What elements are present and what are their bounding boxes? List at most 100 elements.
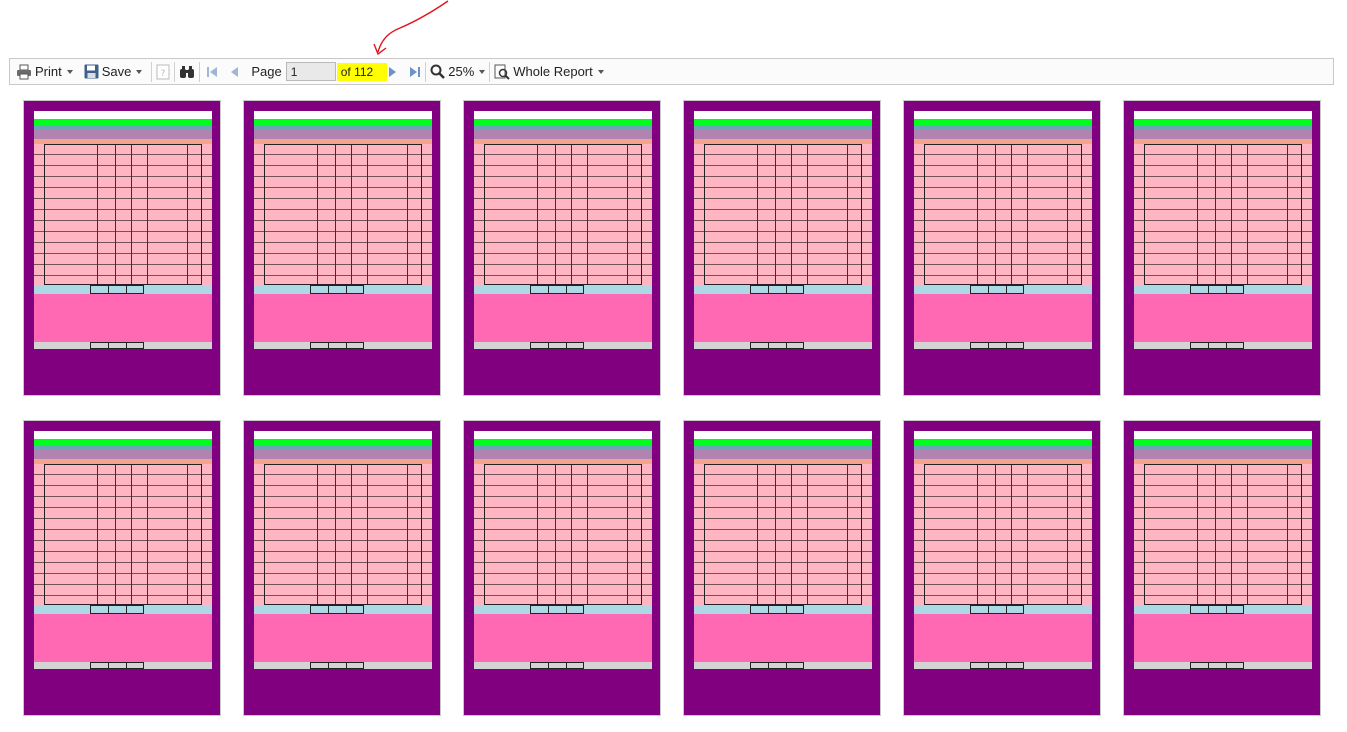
report-page-preview <box>914 111 1092 349</box>
page-footer-band <box>34 662 212 669</box>
detail-band <box>1134 144 1312 285</box>
page-footer-band <box>474 662 652 669</box>
report-summary-band <box>1134 614 1312 662</box>
report-summary-band <box>254 294 432 342</box>
group-footer-band <box>34 285 212 294</box>
group-header-band <box>694 130 872 139</box>
footer-totals-box <box>530 342 584 349</box>
totals-box <box>750 285 804 294</box>
page-header <box>254 111 432 119</box>
page-footer-band <box>254 662 432 669</box>
group-header-band <box>1134 130 1312 139</box>
page-thumbnail[interactable] <box>243 100 441 396</box>
totals-box <box>90 605 144 614</box>
group-header-band <box>1134 450 1312 459</box>
page-thumbnail[interactable] <box>903 100 1101 396</box>
report-page-preview <box>254 431 432 669</box>
page-footer-band <box>1134 342 1312 349</box>
totals-box <box>750 605 804 614</box>
detail-table <box>924 464 1082 605</box>
detail-band <box>694 144 872 285</box>
page-thumbnail[interactable] <box>463 100 661 396</box>
footer-totals-box <box>970 342 1024 349</box>
page-thumbnail[interactable] <box>1123 420 1321 716</box>
detail-table <box>924 144 1082 285</box>
totals-box <box>1190 285 1244 294</box>
report-title-band <box>914 119 1092 126</box>
detail-band <box>34 464 212 605</box>
report-title-band <box>1134 119 1312 126</box>
report-page-preview <box>1134 111 1312 349</box>
page-thumbnail[interactable] <box>23 100 221 396</box>
page-thumbnail[interactable] <box>1123 100 1321 396</box>
page-thumbnail[interactable] <box>463 420 661 716</box>
detail-table <box>264 144 422 285</box>
group-footer-band <box>694 285 872 294</box>
footer-totals-box <box>1190 662 1244 669</box>
group-footer-band <box>254 605 432 614</box>
group-footer-band <box>254 285 432 294</box>
report-title-band <box>474 119 652 126</box>
report-title-band <box>34 119 212 126</box>
page-footer-band <box>694 662 872 669</box>
report-page-preview <box>694 431 872 669</box>
group-footer-band <box>1134 605 1312 614</box>
detail-band <box>474 464 652 605</box>
group-footer-band <box>914 605 1092 614</box>
report-summary-band <box>34 294 212 342</box>
page-thumbnail[interactable] <box>683 100 881 396</box>
page-header <box>474 431 652 439</box>
page-footer-band <box>34 342 212 349</box>
report-title-band <box>694 439 872 446</box>
totals-box <box>310 285 364 294</box>
detail-table <box>484 144 642 285</box>
page-header <box>694 431 872 439</box>
totals-box <box>90 285 144 294</box>
group-footer-band <box>914 285 1092 294</box>
detail-band <box>254 464 432 605</box>
footer-totals-box <box>750 662 804 669</box>
report-title-band <box>914 439 1092 446</box>
footer-totals-box <box>750 342 804 349</box>
page-header <box>1134 111 1312 119</box>
totals-box <box>530 605 584 614</box>
page-header <box>34 431 212 439</box>
page-header <box>914 111 1092 119</box>
page-header <box>1134 431 1312 439</box>
detail-table <box>1144 144 1302 285</box>
page-thumbnail[interactable] <box>23 420 221 716</box>
detail-band <box>1134 464 1312 605</box>
detail-table <box>44 144 202 285</box>
group-footer-band <box>474 605 652 614</box>
page-footer-band <box>914 342 1092 349</box>
footer-totals-box <box>970 662 1024 669</box>
page-header <box>914 431 1092 439</box>
group-header-band <box>474 130 652 139</box>
group-header-band <box>34 450 212 459</box>
report-page-preview <box>474 431 652 669</box>
totals-box <box>310 605 364 614</box>
group-header-band <box>254 130 432 139</box>
footer-totals-box <box>310 662 364 669</box>
detail-table <box>704 464 862 605</box>
page-thumbnail[interactable] <box>903 420 1101 716</box>
detail-band <box>694 464 872 605</box>
group-footer-band <box>1134 285 1312 294</box>
page-thumbnail[interactable] <box>683 420 881 716</box>
footer-totals-box <box>90 662 144 669</box>
group-footer-band <box>694 605 872 614</box>
detail-band <box>254 144 432 285</box>
page-header <box>694 111 872 119</box>
totals-box <box>970 605 1024 614</box>
page-footer-band <box>914 662 1092 669</box>
report-page-preview <box>34 111 212 349</box>
totals-box <box>970 285 1024 294</box>
group-footer-band <box>34 605 212 614</box>
page-thumbnail[interactable] <box>243 420 441 716</box>
footer-totals-box <box>530 662 584 669</box>
totals-box <box>1190 605 1244 614</box>
group-header-band <box>914 130 1092 139</box>
group-header-band <box>474 450 652 459</box>
report-summary-band <box>474 294 652 342</box>
report-summary-band <box>694 614 872 662</box>
